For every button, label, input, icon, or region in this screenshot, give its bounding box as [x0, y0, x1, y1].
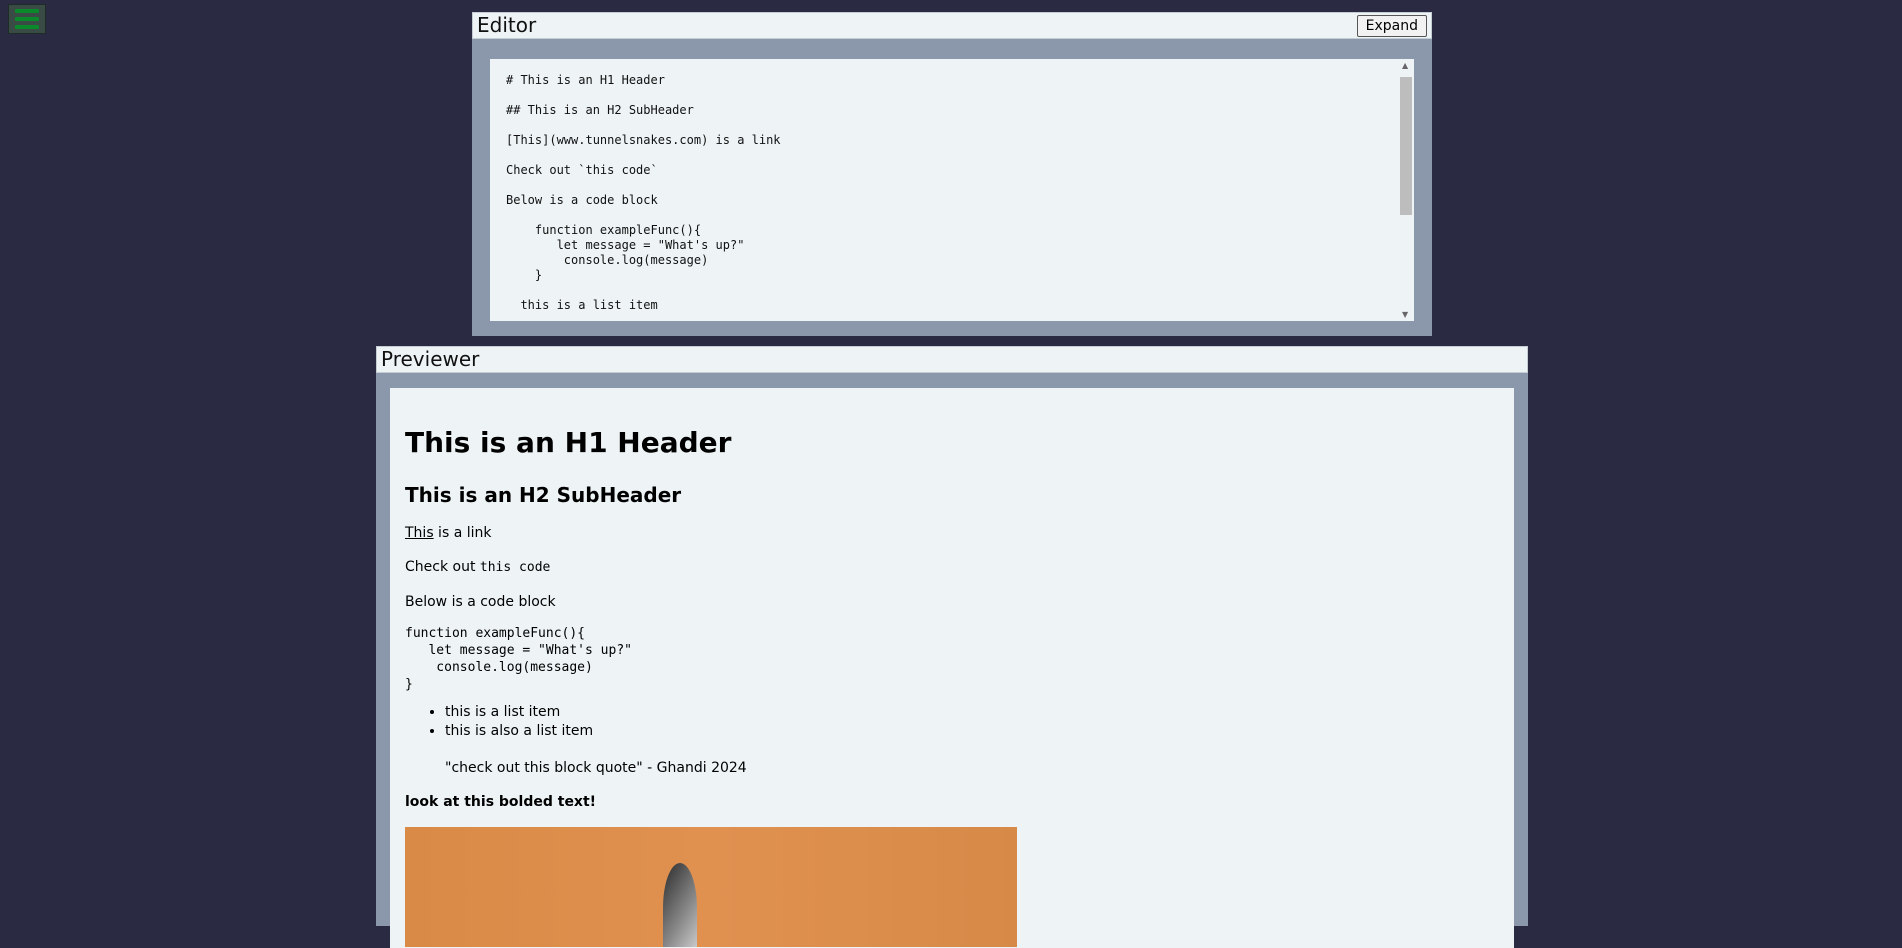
preview-code-block: function exampleFunc(){ let message = "W… — [405, 626, 632, 692]
preview-link-paragraph: This is a link — [405, 524, 1499, 542]
list-item: this is a list item — [445, 703, 1499, 722]
preview-h2: This is an H2 SubHeader — [405, 483, 682, 507]
preview-content: This is an H1 Header This is an H2 SubHe… — [390, 388, 1514, 948]
preview-code-paragraph: Check out this code — [405, 558, 1499, 577]
scroll-down-icon[interactable]: ▼ — [1402, 310, 1408, 319]
preview-h1: This is an H1 Header — [405, 426, 732, 459]
editor-content: # This is an H1 Header ## This is an H2 … — [506, 73, 781, 312]
hamburger-icon — [15, 9, 39, 13]
previewer-toolbar: Previewer — [376, 346, 1528, 373]
scroll-thumb[interactable] — [1400, 77, 1412, 215]
editor-title: Editor — [477, 13, 537, 37]
editor-panel: Editor Expand # This is an H1 Header ## … — [472, 12, 1432, 336]
previewer-title: Previewer — [381, 347, 480, 371]
preview-blockquote: "check out this block quote" - Ghandi 20… — [445, 760, 747, 776]
preview-code-prefix: Check out — [405, 559, 480, 575]
scroll-up-icon[interactable]: ▲ — [1402, 61, 1408, 70]
previewer-panel: Previewer This is an H1 Header This is a… — [376, 346, 1528, 948]
preview-bold-text: look at this bolded text! — [405, 794, 597, 810]
preview-list: this is a list item this is also a list … — [405, 703, 1499, 741]
editor-textarea[interactable]: # This is an H1 Header ## This is an H2 … — [490, 59, 1414, 321]
cat-ear-shape — [663, 863, 697, 947]
preview-codeblock-intro: Below is a code block — [405, 594, 556, 610]
preview-link-rest: is a link — [433, 525, 492, 541]
preview-inline-code: this code — [479, 560, 551, 575]
menu-button[interactable] — [8, 4, 46, 34]
expand-button[interactable]: Expand — [1356, 14, 1427, 37]
preview-image — [405, 827, 1017, 947]
preview-link[interactable]: This — [405, 525, 434, 541]
editor-toolbar: Editor Expand — [472, 12, 1432, 39]
list-item: this is also a list item — [445, 722, 1499, 741]
editor-scrollbar[interactable]: ▲ ▼ — [1398, 59, 1414, 321]
